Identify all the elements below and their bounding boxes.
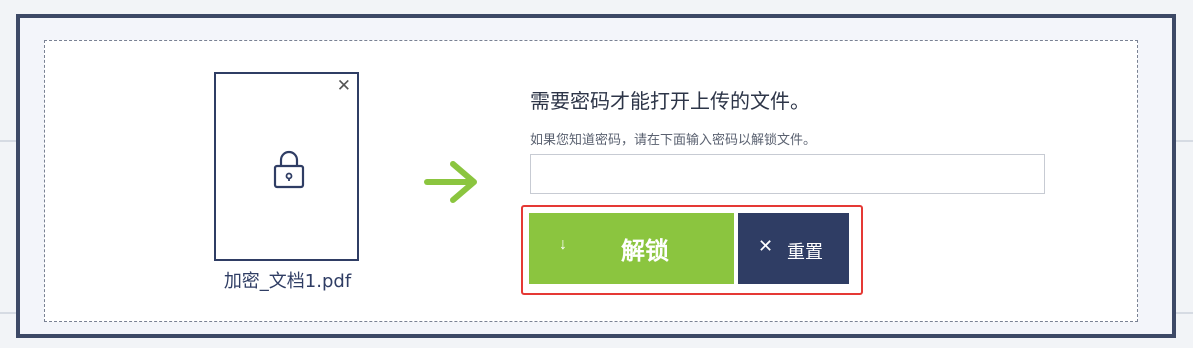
reset-button-label: 重置: [787, 242, 823, 262]
download-arrow-icon: ↓: [559, 236, 567, 253]
reset-button[interactable]: ✕ 重置: [738, 213, 849, 284]
file-name: 加密_文档1.pdf: [223, 271, 352, 292]
password-required-heading: 需要密码才能打开上传的文件。: [530, 89, 810, 113]
password-input[interactable]: [530, 154, 1045, 194]
file-card: ✕: [214, 72, 359, 261]
unlock-button-label: 解锁: [621, 238, 669, 265]
drop-zone: ✕ 加密_文档1.pdf 需要密码才能打开上传的文件。 如果您知道密码，请在下面…: [44, 40, 1138, 322]
arrow-right-icon: [424, 161, 477, 203]
close-icon[interactable]: ✕: [337, 76, 351, 96]
lock-icon: [273, 150, 305, 189]
password-hint: 如果您知道密码，请在下面输入密码以解锁文件。: [530, 133, 817, 148]
close-icon: ✕: [758, 236, 774, 256]
unlock-button[interactable]: ↓ 解锁: [529, 213, 734, 284]
upload-panel: ✕ 加密_文档1.pdf 需要密码才能打开上传的文件。 如果您知道密码，请在下面…: [16, 14, 1176, 338]
